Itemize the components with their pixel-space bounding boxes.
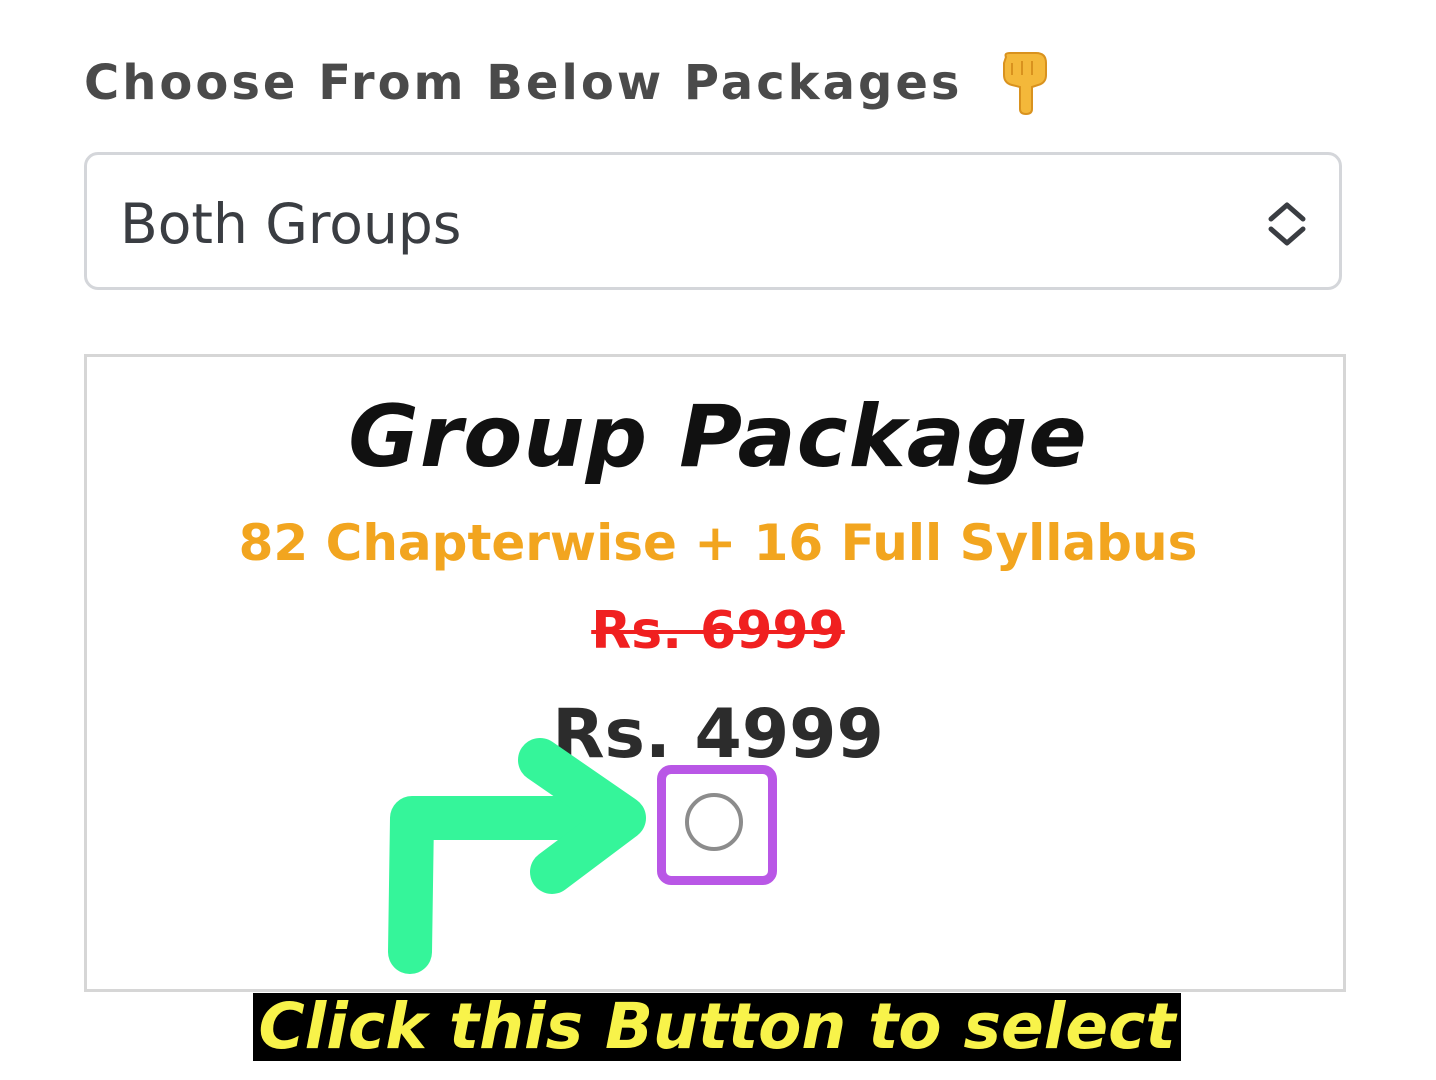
package-subtitle: 82 Chapterwise + 16 Full Syllabus <box>238 514 1198 572</box>
package-title: Group Package <box>348 387 1088 487</box>
package-price: Rs. 4999 <box>552 695 884 774</box>
package-select-radio[interactable] <box>685 793 743 851</box>
page-heading-text: Choose From Below Packages <box>84 55 963 111</box>
page-heading: Choose From Below Packages <box>84 48 1052 118</box>
group-package-card: Group Package 82 Chapterwise + 16 Full S… <box>84 354 1346 992</box>
package-group-select[interactable]: Both Groups <box>84 152 1342 290</box>
package-group-select-value: Both Groups <box>120 192 462 256</box>
package-original-price: Rs. 6999 <box>591 601 845 661</box>
up-down-chevron-icon <box>1265 199 1309 249</box>
pointing-down-hand-icon <box>996 51 1052 116</box>
annotation-caption: Click this Button to select <box>253 993 1181 1061</box>
